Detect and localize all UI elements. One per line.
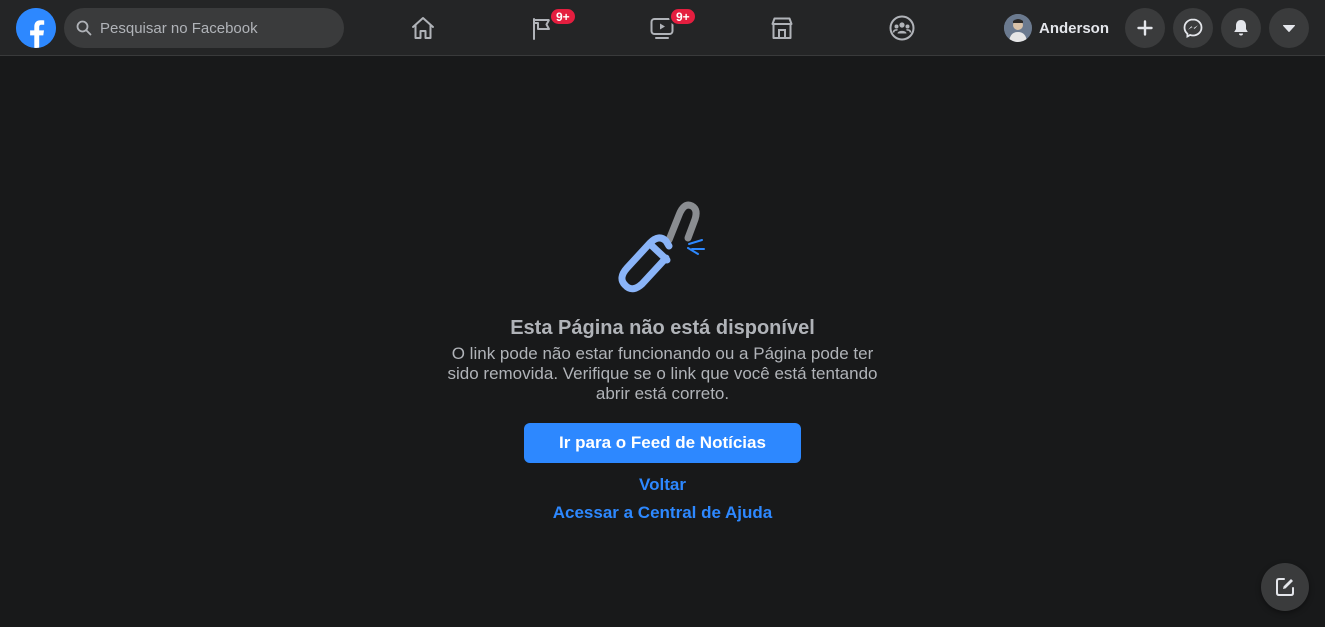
bell-icon <box>1234 20 1248 36</box>
tab-watch[interactable]: 9+ <box>606 0 718 56</box>
plus-icon <box>1137 20 1153 36</box>
search-icon <box>76 20 92 36</box>
store-icon <box>771 17 793 39</box>
tab-marketplace[interactable] <box>726 0 838 56</box>
pages-notification-badge: 9+ <box>549 7 577 26</box>
help-center-link[interactable]: Acessar a Central de Ajuda <box>553 503 773 522</box>
profile-shortcut[interactable]: Anderson <box>1000 10 1117 46</box>
avatar <box>1004 14 1032 42</box>
help-link-row: Acessar a Central de Ajuda <box>0 503 1325 523</box>
tab-home[interactable] <box>367 0 479 56</box>
compose-icon <box>1276 578 1294 596</box>
tab-pages[interactable]: 9+ <box>487 0 599 56</box>
home-icon <box>412 17 434 39</box>
notifications-button[interactable] <box>1221 8 1261 48</box>
watch-notification-badge: 9+ <box>669 7 697 26</box>
caret-down-icon <box>1283 25 1295 32</box>
page-title: Esta Página não está disponível <box>510 317 815 339</box>
broken-link-icon <box>612 198 712 298</box>
account-menu-button[interactable] <box>1269 8 1309 48</box>
groups-icon <box>889 15 915 41</box>
back-link[interactable]: Voltar <box>639 475 686 494</box>
tab-groups[interactable] <box>846 0 958 56</box>
profile-name: Anderson <box>1039 19 1110 37</box>
go-to-news-feed-button[interactable]: Ir para o Feed de Notícias <box>524 423 801 463</box>
top-navigation-bar: 9+ 9+ <box>0 0 1325 56</box>
error-description: O link pode não estar funcionando ou a P… <box>447 344 878 403</box>
messenger-icon <box>1183 18 1203 38</box>
facebook-f-icon <box>16 8 56 48</box>
new-message-button[interactable] <box>1261 563 1309 611</box>
create-button[interactable] <box>1125 8 1165 48</box>
page-unavailable-content: Esta Página não está disponível O link p… <box>0 56 1325 627</box>
search-input[interactable] <box>100 19 320 37</box>
messenger-button[interactable] <box>1173 8 1213 48</box>
search-box[interactable] <box>64 8 344 48</box>
facebook-logo[interactable] <box>16 8 56 48</box>
back-link-row: Voltar <box>0 475 1325 495</box>
